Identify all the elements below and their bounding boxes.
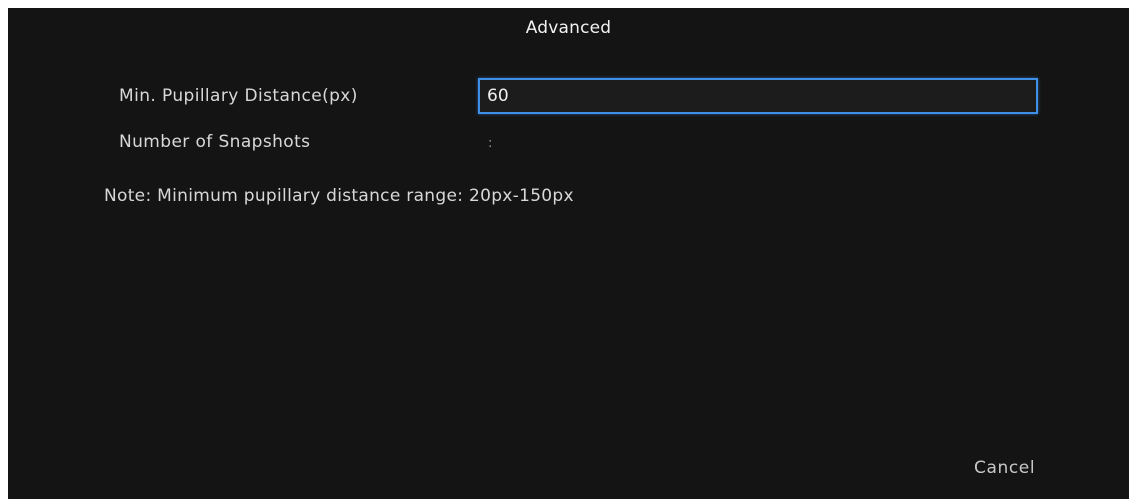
cancel-button[interactable]: Cancel — [974, 458, 1035, 478]
number-of-snapshots-value[interactable]: : — [488, 136, 492, 151]
dialog-title: Advanced — [525, 18, 612, 38]
range-note: Note: Minimum pupillary distance range: … — [104, 186, 574, 206]
number-of-snapshots-label: Number of Snapshots — [119, 132, 311, 152]
min-pupillary-distance-label: Min. Pupillary Distance(px) — [119, 86, 358, 106]
min-pupillary-distance-input[interactable] — [478, 78, 1038, 114]
advanced-dialog: Advanced Min. Pupillary Distance(px) Num… — [8, 8, 1129, 499]
